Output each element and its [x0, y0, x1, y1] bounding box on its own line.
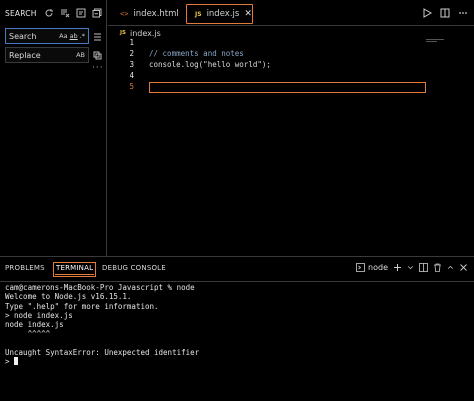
preserve-case-toggle[interactable]: AB	[76, 51, 85, 59]
editor-tab-bar: <> index.html JS index.js ✕	[108, 0, 474, 26]
js-file-icon: JS	[120, 30, 127, 36]
terminal-prompt: >	[5, 357, 15, 367]
js-file-icon: JS	[195, 10, 202, 18]
panel-actions: node	[356, 263, 468, 272]
code-line-active[interactable]: 5	[108, 82, 474, 93]
tab-problems[interactable]: PROBLEMS	[5, 264, 45, 272]
terminal-line: ^^^^^	[5, 329, 51, 339]
split-editor-icon[interactable]	[440, 8, 450, 18]
close-tab-icon[interactable]: ✕	[244, 9, 252, 19]
tab-label: index.js	[206, 9, 240, 19]
replace-input-value: Replace	[9, 51, 41, 60]
terminal-name: node	[368, 263, 388, 272]
match-whole-word-toggle[interactable]: ab	[70, 32, 78, 40]
terminal-line: Uncaught SyntaxError: Unexpected identif…	[5, 348, 200, 358]
sidebar-title: SEARCH	[5, 9, 37, 18]
terminal-output[interactable]: cam@camerons-MacBook-Pro Javascript % no…	[5, 283, 199, 367]
line-number: 5	[129, 82, 134, 91]
terminal-selector[interactable]: node	[356, 263, 388, 272]
trash-icon[interactable]	[433, 263, 442, 272]
tab-terminal[interactable]: TERMINAL	[52, 262, 97, 277]
add-terminal-icon[interactable]	[393, 263, 402, 272]
line-number: 2	[129, 49, 134, 58]
line-text: // comments and notes	[149, 49, 244, 58]
line-number: 4	[129, 71, 134, 80]
current-line-highlight	[149, 82, 426, 93]
code-line[interactable]: 2 // comments and notes	[108, 49, 474, 60]
terminal-line: Welcome to Node.js v16.15.1.	[5, 292, 132, 302]
code-line[interactable]: 1	[108, 38, 474, 49]
maximize-panel-icon[interactable]	[447, 263, 454, 272]
regex-toggle[interactable]: .*	[80, 32, 85, 40]
match-case-toggle[interactable]: Aa	[59, 32, 67, 40]
chevron-down-icon[interactable]	[407, 263, 414, 272]
search-input-value: Search	[9, 32, 37, 41]
search-options: Aa ab .*	[59, 32, 85, 40]
clear-results-icon[interactable]	[60, 8, 70, 18]
more-actions-icon[interactable]	[458, 8, 468, 18]
tab-index-js[interactable]: JS index.js ✕	[186, 4, 253, 24]
more-options-icon[interactable]: ···	[92, 63, 104, 73]
code-line[interactable]: 3 console.log("hello world");	[108, 60, 474, 71]
html-file-icon: <>	[120, 10, 129, 18]
line-number: 1	[129, 38, 134, 47]
new-search-editor-icon[interactable]	[76, 8, 86, 18]
terminal-line: > node index.js	[5, 310, 73, 320]
collapse-all-icon[interactable]	[92, 8, 102, 18]
terminal-cursor	[14, 357, 19, 366]
code-editor[interactable]: 1 2 // comments and notes 3 console.log(…	[108, 38, 474, 256]
search-input[interactable]: Search Aa ab .*	[5, 28, 89, 44]
sidebar-actions	[44, 8, 102, 18]
tab-index-html[interactable]: <> index.html	[112, 4, 183, 24]
toggle-details-icon[interactable]	[93, 33, 102, 42]
terminal-icon	[356, 263, 365, 272]
run-icon[interactable]	[422, 8, 433, 18]
terminal-line: cam@camerons-MacBook-Pro Javascript % no…	[5, 283, 195, 292]
bottom-panel: PROBLEMS TERMINAL DEBUG CONSOLE node cam…	[0, 256, 474, 401]
editor-actions	[422, 8, 468, 18]
replace-all-icon[interactable]	[93, 51, 102, 60]
tab-debug-console[interactable]: DEBUG CONSOLE	[102, 264, 166, 272]
search-sidebar: SEARCH Search Aa ab .* Replace AB ···	[0, 0, 107, 256]
terminal-line: node index.js	[5, 320, 64, 330]
line-number: 3	[129, 60, 134, 69]
split-terminal-icon[interactable]	[419, 263, 428, 272]
code-line[interactable]: 4	[108, 71, 474, 82]
terminal-line: Type ".help" for more information.	[5, 301, 159, 311]
close-panel-icon[interactable]	[459, 263, 468, 272]
panel-divider	[0, 281, 474, 282]
refresh-icon[interactable]	[44, 8, 54, 18]
breadcrumb-file[interactable]: index.js	[130, 29, 161, 38]
tab-label: index.html	[133, 9, 179, 19]
replace-options: AB	[76, 51, 85, 59]
line-text: console.log("hello world");	[149, 60, 271, 69]
replace-input[interactable]: Replace AB	[5, 47, 89, 63]
